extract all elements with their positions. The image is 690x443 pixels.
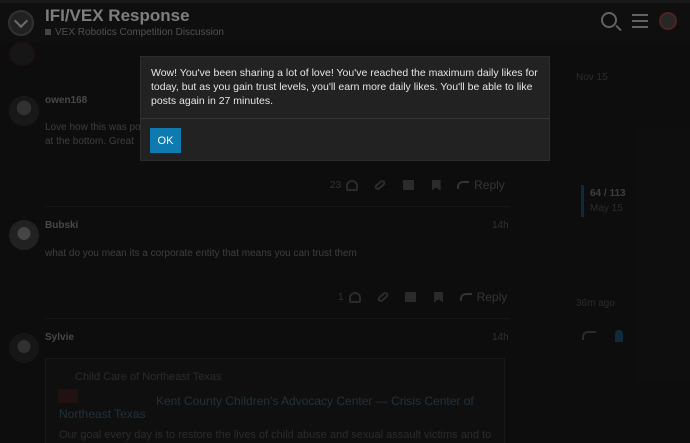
- daily-likes-dialog: Wow! You've been sharing a lot of love! …: [140, 56, 550, 161]
- dialog-message: Wow! You've been sharing a lot of love! …: [151, 67, 538, 107]
- ok-button[interactable]: OK: [150, 128, 181, 153]
- dialog-divider: [141, 118, 549, 119]
